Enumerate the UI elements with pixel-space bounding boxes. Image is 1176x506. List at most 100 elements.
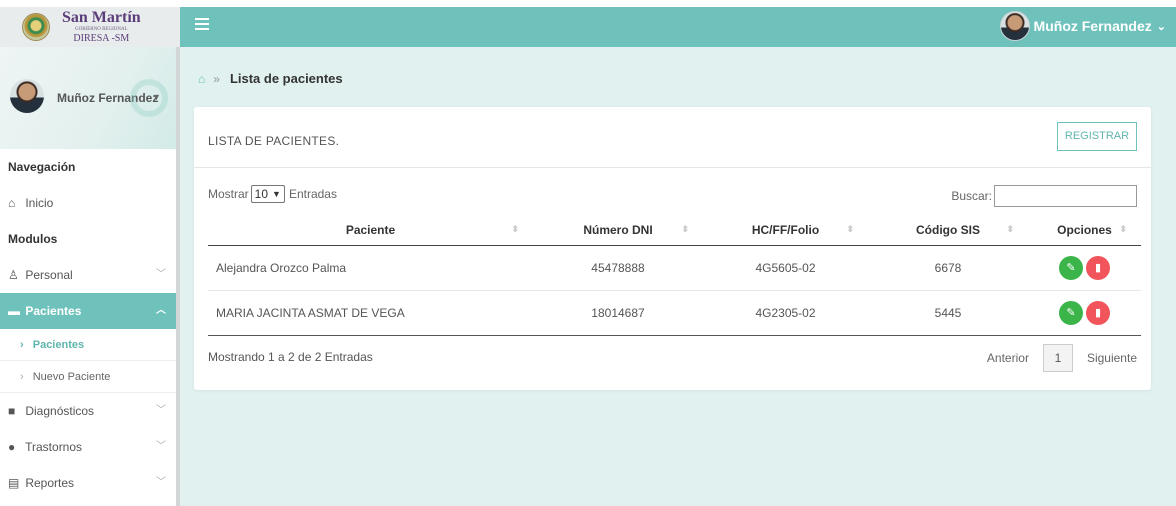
patients-card: LISTA DE PACIENTES. REGISTRAR Mostrar 10… <box>194 107 1151 390</box>
page-size-select[interactable]: 10 ▼ <box>250 185 285 203</box>
sidebar-item-inicio[interactable]: ⌂ Inicio <box>0 185 176 221</box>
search-control: Buscar: <box>951 185 1137 207</box>
chevron-right-icon: › <box>20 371 24 383</box>
cell-opciones: ✎ ▮ <box>1028 245 1141 291</box>
sidebar-item-personal[interactable]: ♙ Personal ﹀ <box>0 257 176 293</box>
home-icon: ⌂ <box>8 196 16 210</box>
print-icon: ▤ <box>8 476 20 490</box>
sidebar-subitem-nuevo-paciente[interactable]: › Nuevo Paciente <box>0 361 176 393</box>
sidebar-item-label: Reportes <box>25 476 75 490</box>
sidebar-profile: Muñoz Fernandez ▼ <box>0 47 176 149</box>
sort-icon: ⬍ <box>1006 224 1014 234</box>
sidebar-subitem-pacientes[interactable]: › Pacientes <box>0 329 176 361</box>
show-label: Mostrar <box>208 187 249 201</box>
page-number-button[interactable]: 1 <box>1042 344 1073 372</box>
chevron-down-icon: ﹀ <box>156 477 166 488</box>
search-input[interactable] <box>994 185 1137 207</box>
chevron-down-icon: ▼ <box>272 189 281 199</box>
page-title: Lista de pacientes <box>229 71 343 86</box>
breadcrumb-separator: » <box>213 71 220 86</box>
sidebar-item-diagnosticos[interactable]: ■ Diagnósticos ﹀ <box>0 393 176 429</box>
next-page-button[interactable]: Siguiente <box>1087 351 1137 365</box>
search-label: Buscar: <box>951 189 992 203</box>
chevron-down-icon: ⌄ <box>1156 20 1166 33</box>
main-content: ⌂ » Lista de pacientes LISTA DE PACIENTE… <box>180 47 1176 506</box>
home-icon[interactable]: ⌂ <box>198 72 205 86</box>
delete-trash-icon[interactable]: ▮ <box>1086 300 1110 325</box>
cell-paciente: MARIA JACINTA ASMAT DE VEGA <box>208 290 533 336</box>
sort-icon: ⬍ <box>846 224 854 234</box>
avatar <box>10 79 44 113</box>
sidebar-item-trastornos[interactable]: ● Trastornos ﹀ <box>0 429 176 465</box>
brand-text: San Martín GOBIERNO REGIONAL DIRESA -SM <box>62 10 141 44</box>
edit-pencil-icon[interactable]: ✎ <box>1059 255 1083 280</box>
sidebar-item-label: Trastornos <box>25 440 83 454</box>
bed-icon: ▬ <box>8 304 20 318</box>
app-window: San Martín GOBIERNO REGIONAL DIRESA -SM … <box>0 0 1176 506</box>
sidebar-subitem-label: Nuevo Paciente <box>32 371 111 383</box>
sidebar: Muñoz Fernandez ▼ Navegación ⌂ Inicio Mo… <box>0 47 180 506</box>
entries-label: Entradas <box>288 187 337 201</box>
sort-icon: ⬍ <box>511 224 519 234</box>
sidebar-item-label: Pacientes <box>25 304 82 318</box>
nav-section-modulos: Modulos <box>8 232 58 246</box>
user-name: Muñoz Fernandez <box>1033 18 1152 34</box>
cell-sis: 5445 <box>868 290 1028 336</box>
sort-icon: ⬍ <box>681 224 689 234</box>
profile-name[interactable]: Muñoz Fernandez <box>57 91 158 105</box>
column-header-folio[interactable]: HC/FF/Folio ⬍ <box>703 215 868 246</box>
cell-dni: 18014687 <box>533 290 703 336</box>
sidebar-subitem-label: Pacientes <box>32 339 85 351</box>
page-size-value: 10 <box>254 187 269 201</box>
cell-opciones: ✎ ▮ <box>1028 290 1141 336</box>
top-navbar: San Martín GOBIERNO REGIONAL DIRESA -SM … <box>0 7 1176 47</box>
chevron-up-icon: ︿ <box>156 305 166 316</box>
card-title: LISTA DE PACIENTES. <box>208 134 340 148</box>
card-header: LISTA DE PACIENTES. REGISTRAR <box>194 107 1151 168</box>
edit-pencil-icon[interactable]: ✎ <box>1059 300 1083 325</box>
cell-sis: 6678 <box>868 245 1028 291</box>
sidebar-item-label: Inicio <box>25 196 54 210</box>
column-header-dni[interactable]: Número DNI ⬍ <box>533 215 703 246</box>
brand-subtitle: GOBIERNO REGIONAL <box>75 27 128 32</box>
avatar <box>999 11 1030 41</box>
sort-icon: ⬍ <box>1119 224 1127 234</box>
user-icon: ♙ <box>8 268 19 282</box>
table-row: Alejandra Orozco Palma 45478888 4G5605-0… <box>208 245 1141 291</box>
sidebar-item-label: Diagnósticos <box>25 404 95 418</box>
chevron-down-icon: ﹀ <box>156 405 166 416</box>
sidebar-item-reportes[interactable]: ▤ Reportes ﹀ <box>0 465 176 501</box>
sidebar-item-label: Personal <box>25 268 73 282</box>
chevron-down-icon: ﹀ <box>156 441 166 452</box>
briefcase-medical-icon: ■ <box>8 404 16 418</box>
cell-paciente: Alejandra Orozco Palma <box>208 245 533 291</box>
brain-icon: ● <box>8 440 16 454</box>
brand-title: San Martín <box>62 9 141 26</box>
table-header-row: Paciente ⬍ Número DNI ⬍ HC/FF/Folio ⬍ Códig… <box>208 215 1141 246</box>
table-info: Mostrando 1 a 2 de 2 Entradas <box>208 350 373 364</box>
table-row: MARIA JACINTA ASMAT DE VEGA 18014687 4G2… <box>208 290 1141 336</box>
cell-dni: 45478888 <box>533 245 703 291</box>
cell-folio: 4G2305-02 <box>703 290 868 336</box>
patients-table: Paciente ⬍ Número DNI ⬍ HC/FF/Folio ⬍ Códig… <box>208 215 1141 336</box>
pagination: Anterior 1 Siguiente <box>987 344 1137 372</box>
chevron-right-icon: › <box>20 339 24 351</box>
nav-section-navegacion: Navegación <box>8 160 76 174</box>
delete-trash-icon[interactable]: ▮ <box>1086 255 1110 280</box>
caret-down-icon[interactable]: ▼ <box>152 92 161 102</box>
column-header-sis[interactable]: Código SIS ⬍ <box>868 215 1028 246</box>
prev-page-button[interactable]: Anterior <box>987 351 1029 365</box>
hamburger-icon[interactable] <box>195 18 209 30</box>
regional-seal-icon <box>22 13 50 41</box>
register-button[interactable]: REGISTRAR <box>1057 122 1137 151</box>
brand-org: DIRESA -SM <box>73 33 130 44</box>
breadcrumb: ⌂ » Lista de pacientes <box>198 71 343 86</box>
user-menu[interactable]: Muñoz Fernandez ⌄ <box>999 11 1166 41</box>
column-header-opciones[interactable]: Opciones ⬍ <box>1028 215 1141 246</box>
page-size-control: Mostrar 10 ▼ Entradas <box>208 185 337 203</box>
chevron-down-icon: ﹀ <box>156 269 166 280</box>
sidebar-item-pacientes[interactable]: ▬ Pacientes ︿ <box>0 293 176 329</box>
column-header-paciente[interactable]: Paciente ⬍ <box>208 215 533 246</box>
cell-folio: 4G5605-02 <box>703 245 868 291</box>
brand-logo[interactable]: San Martín GOBIERNO REGIONAL DIRESA -SM <box>0 7 180 47</box>
